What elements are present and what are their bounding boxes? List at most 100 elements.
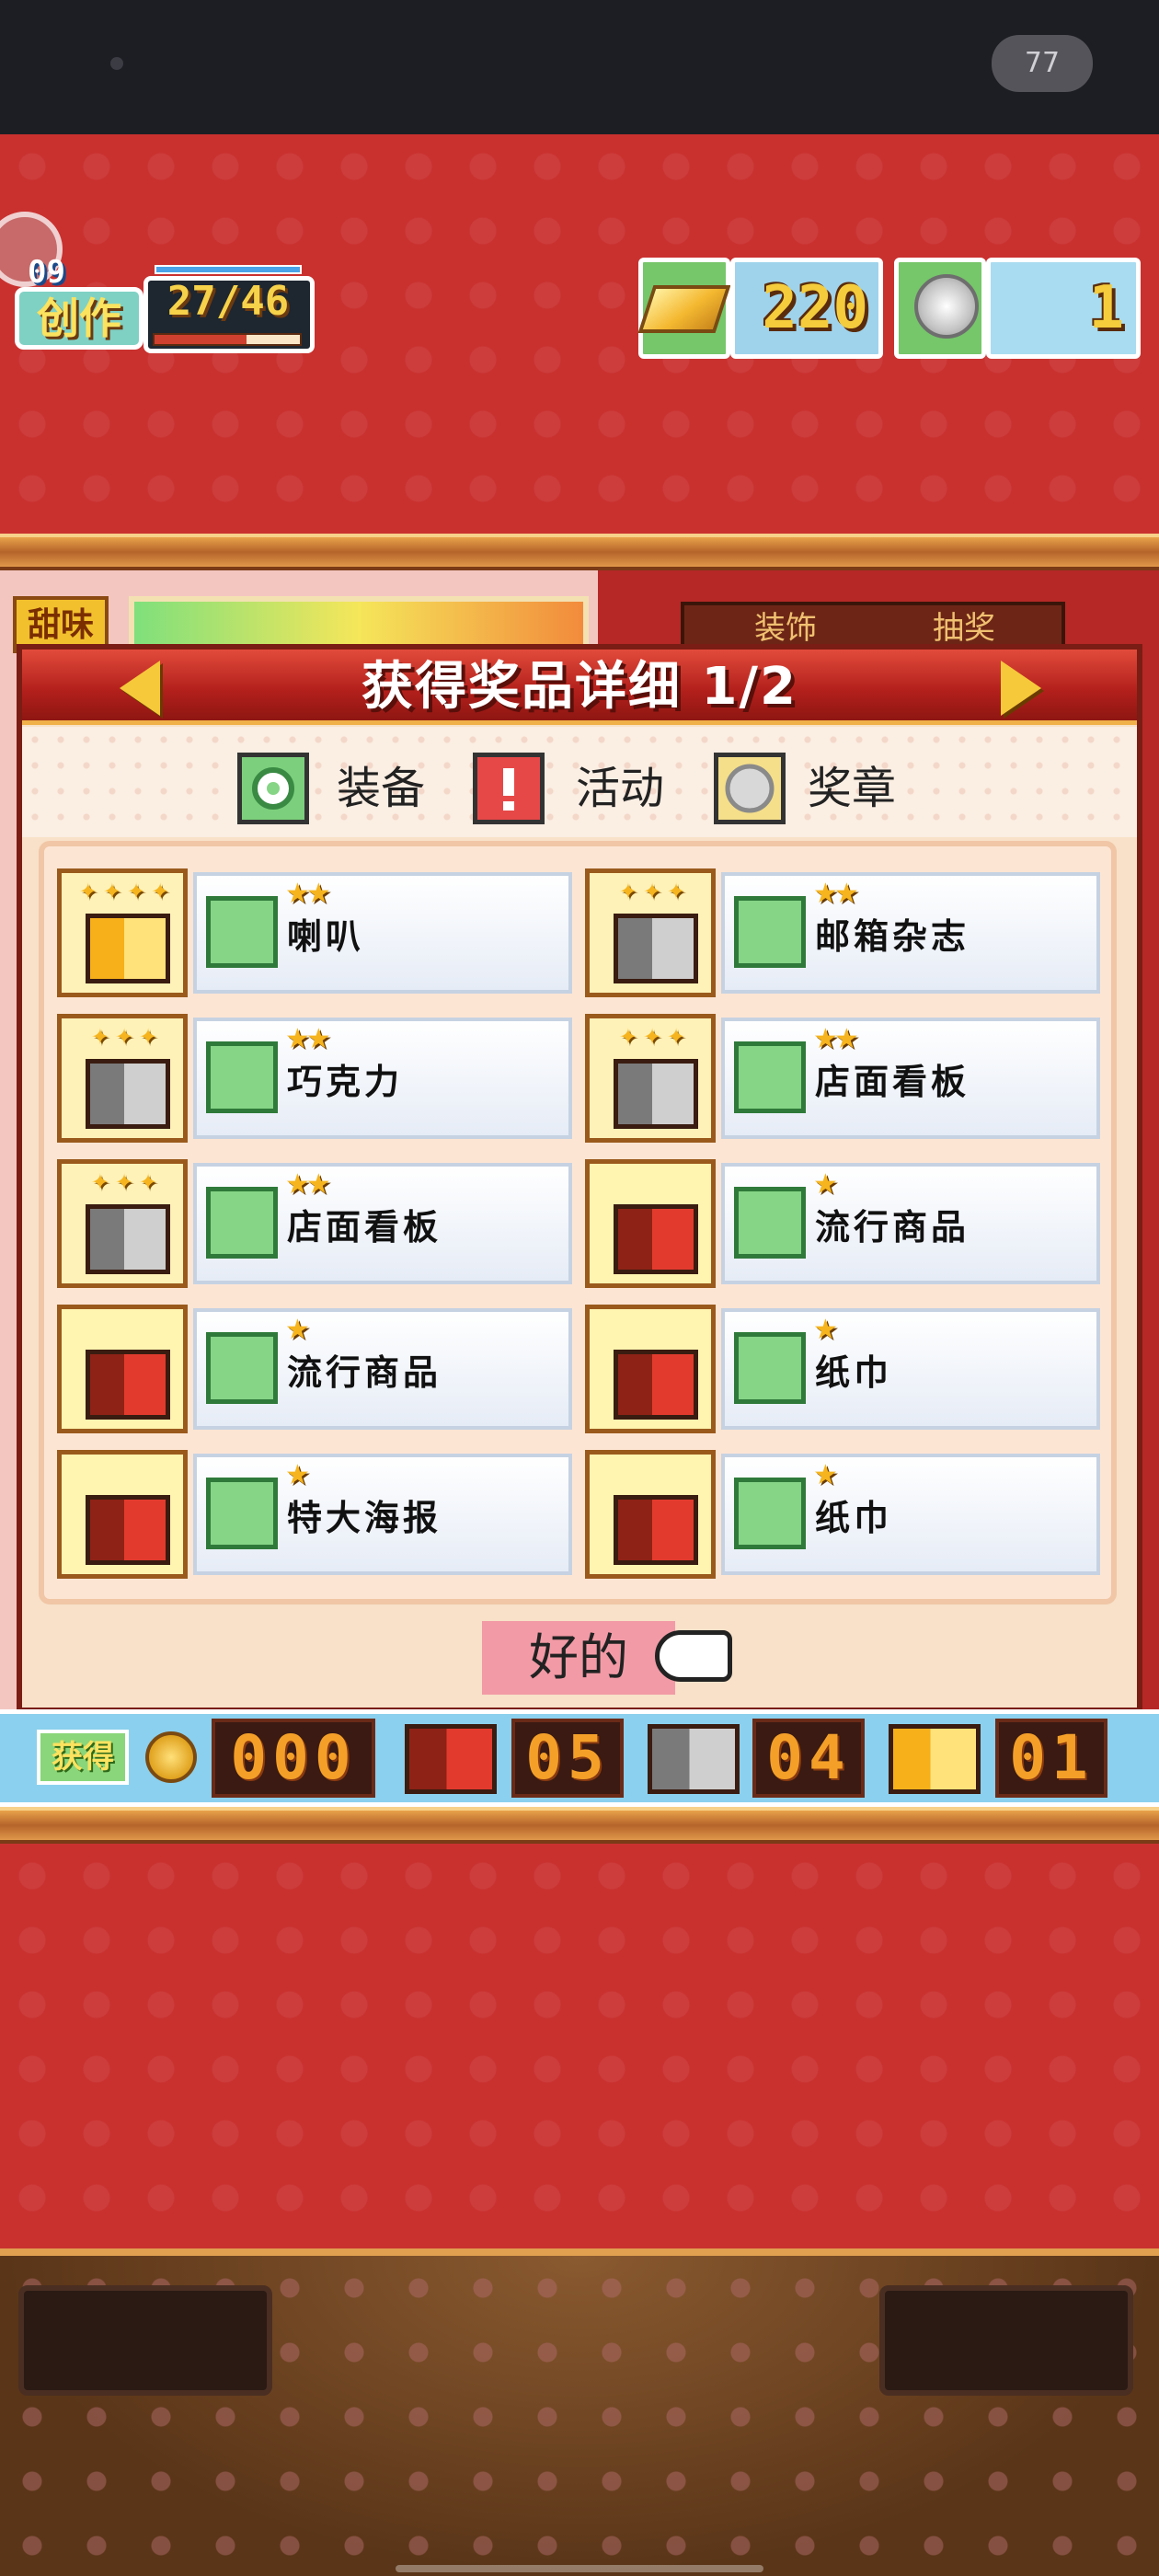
prize-name: 巧克力	[287, 1062, 404, 1102]
chest-slot: ✦✦✦	[57, 1014, 188, 1143]
prize-item[interactable]: ★ 流行商品	[57, 1305, 572, 1433]
prize-name: 流行商品	[815, 1207, 970, 1248]
prize-name: 邮箱杂志	[815, 916, 970, 957]
prize-item[interactable]: ★ 特大海报	[57, 1450, 572, 1579]
red-chest-icon	[86, 1495, 170, 1565]
rarity-stars: ★★	[285, 1023, 331, 1055]
silver-chest-count: 04	[752, 1719, 865, 1798]
prize-item[interactable]: ✦✦✦ ★★ 店面看板	[585, 1014, 1100, 1143]
hud-tag: 创作	[15, 287, 143, 350]
red-chest-icon	[614, 1495, 698, 1565]
obtained-label: 获得	[37, 1730, 129, 1785]
pointing-hand-icon	[655, 1630, 732, 1682]
camera-dot	[110, 57, 123, 70]
legend-label-equipment: 装备	[337, 763, 426, 814]
silver-chest-icon	[86, 1059, 170, 1129]
gear-icon	[734, 1478, 806, 1549]
rarity-stars: ★★	[813, 878, 859, 910]
chest-slot: ✦✦✦	[585, 1014, 716, 1143]
bottom-background	[0, 1844, 1159, 2248]
left-shelf	[18, 2285, 272, 2396]
gold-bar-icon	[637, 285, 731, 333]
silver-chest-icon	[614, 1059, 698, 1129]
gear-icon	[206, 1041, 278, 1113]
top-rail	[0, 534, 1159, 570]
medal-icon	[914, 274, 979, 339]
gear-icon	[734, 896, 806, 968]
bottom-rail	[0, 1807, 1159, 1844]
chest-slot	[57, 1450, 188, 1579]
gear-icon	[734, 1041, 806, 1113]
silver-chest-icon	[648, 1724, 740, 1794]
prize-item[interactable]: ✦✦✦ ★★ 巧克力	[57, 1014, 572, 1143]
gear-icon	[206, 896, 278, 968]
gold-chest-count: 01	[995, 1719, 1107, 1798]
prize-name: 纸巾	[815, 1498, 893, 1538]
previous-page-arrow-icon[interactable]	[120, 661, 160, 716]
gear-icon	[734, 1332, 806, 1404]
gold-chest-icon	[86, 914, 170, 983]
medal-value: 1	[1088, 274, 1124, 342]
rarity-stars: ★	[813, 1168, 838, 1201]
prize-name: 纸巾	[815, 1352, 893, 1393]
gear-icon	[206, 1478, 278, 1549]
gold-value: 220	[762, 274, 868, 342]
prize-name: 喇叭	[287, 916, 365, 957]
rarity-stars: ★★	[285, 878, 331, 910]
rarity-stars: ★★	[285, 1168, 331, 1201]
level-progress-bar	[155, 265, 302, 274]
count-value: 27/46	[166, 278, 290, 325]
prize-name: 特大海报	[287, 1498, 442, 1538]
red-chest-icon	[614, 1204, 698, 1274]
prize-item[interactable]: ★ 流行商品	[585, 1159, 1100, 1288]
gear-icon	[206, 1332, 278, 1404]
silver-chest-icon	[614, 914, 698, 983]
sparkle-icon: ✦✦✦	[90, 1169, 164, 1195]
coin-icon	[145, 1731, 197, 1783]
prize-item[interactable]: ✦✦✦ ★★ 店面看板	[57, 1159, 572, 1288]
right-shelf	[879, 2285, 1133, 2396]
red-chest-icon	[86, 1350, 170, 1420]
prize-name: 流行商品	[287, 1352, 442, 1393]
rarity-stars: ★	[285, 1314, 310, 1346]
chest-slot	[585, 1159, 716, 1288]
chest-slot	[585, 1450, 716, 1579]
next-page-arrow-icon[interactable]	[1001, 661, 1041, 716]
prize-item[interactable]: ✦✦✦ ★★ 邮箱杂志	[585, 868, 1100, 997]
chest-slot: ✦✦✦	[585, 868, 716, 997]
sparkle-icon: ✦✦✦	[90, 1024, 164, 1050]
prize-item[interactable]: ★ 纸巾	[585, 1305, 1100, 1433]
legend-label-event: 活动	[576, 763, 665, 814]
system-status-bar	[0, 0, 1159, 134]
rarity-stars: ★	[285, 1459, 310, 1491]
prize-name: 店面看板	[287, 1207, 442, 1248]
prize-name: 店面看板	[815, 1062, 970, 1102]
legend-label-medal: 奖章	[808, 763, 897, 814]
dialog-title: 获得奖品详细 1/2	[361, 657, 798, 717]
coin-count: 000	[212, 1719, 375, 1798]
count-progress-fill	[155, 335, 247, 344]
red-chest-icon	[614, 1350, 698, 1420]
medal-icon	[714, 753, 786, 824]
alert-icon	[473, 753, 545, 824]
rarity-stars: ★	[813, 1314, 838, 1346]
prize-item[interactable]: ✦✦✦✦ ★★ 喇叭	[57, 868, 572, 997]
sparkle-icon: ✦✦✦✦	[78, 879, 176, 904]
red-chest-count: 05	[511, 1719, 624, 1798]
gear-icon	[734, 1187, 806, 1259]
ok-button[interactable]: 好的	[482, 1621, 675, 1695]
chest-slot	[585, 1305, 716, 1433]
prize-item[interactable]: ★ 纸巾	[585, 1450, 1100, 1579]
chest-slot: ✦✦✦	[57, 1159, 188, 1288]
chest-slot	[57, 1305, 188, 1433]
player-level: 09	[28, 254, 65, 291]
red-chest-icon	[405, 1724, 497, 1794]
status-badge: 77	[992, 35, 1093, 92]
sparkle-icon: ✦✦✦	[618, 879, 692, 904]
silver-chest-icon	[86, 1204, 170, 1274]
sparkle-icon: ✦✦✦	[618, 1024, 692, 1050]
rarity-stars: ★	[813, 1459, 838, 1491]
gold-chest-icon	[889, 1724, 981, 1794]
gesture-bar[interactable]	[396, 2565, 763, 2572]
gear-icon	[206, 1187, 278, 1259]
